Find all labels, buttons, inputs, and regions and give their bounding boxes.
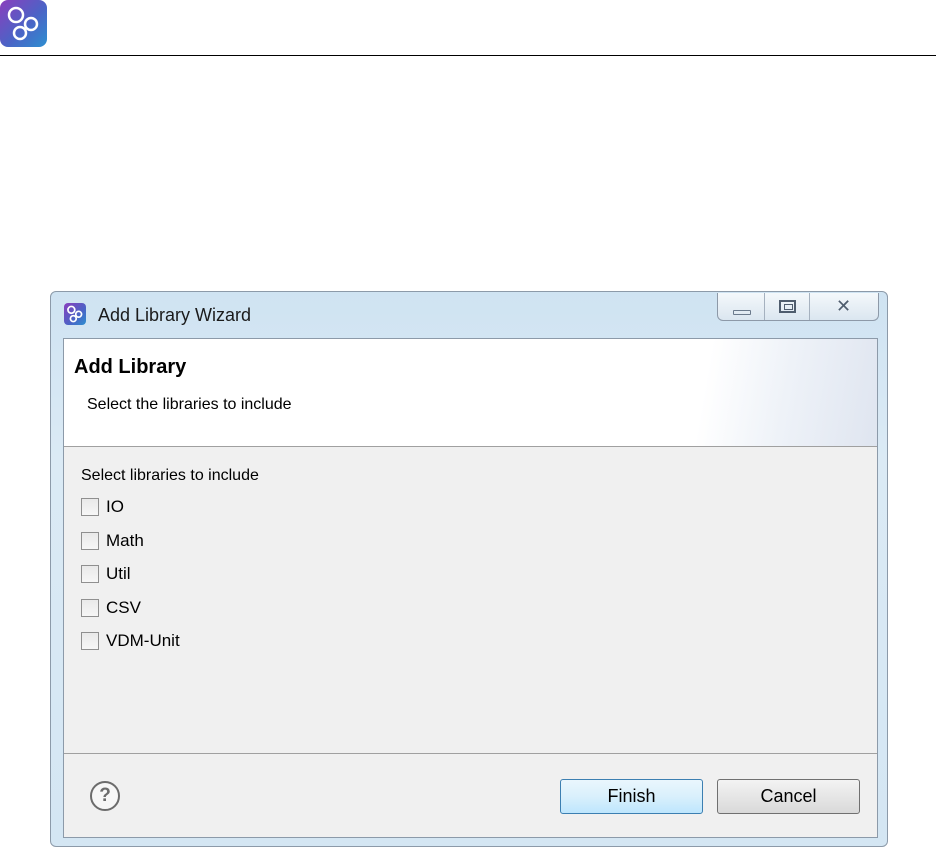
window-controls: ✕: [717, 293, 879, 321]
dialog-title: Add Library Wizard: [98, 305, 252, 325]
wizard-banner: Add Library Select the libraries to incl…: [64, 339, 877, 447]
close-icon: ✕: [836, 296, 852, 317]
library-item-io[interactable]: IO: [81, 497, 180, 531]
app-logo-icon: [0, 0, 47, 47]
add-library-dialog: Add Library Wizard ✕ Add Library Select …: [50, 291, 888, 847]
library-label: VDM-Unit: [106, 631, 180, 650]
dialog-titlebar[interactable]: Add Library Wizard ✕: [51, 292, 887, 338]
library-item-vdm-unit[interactable]: VDM-Unit: [81, 631, 180, 665]
library-item-csv[interactable]: CSV: [81, 598, 180, 632]
minimize-icon: [733, 310, 751, 315]
library-label: Math: [106, 530, 144, 550]
util-checkbox[interactable]: [81, 565, 99, 583]
library-label: CSV: [106, 597, 141, 617]
header-divider: [0, 55, 936, 56]
maximize-icon: [779, 300, 796, 313]
maximize-button[interactable]: [765, 293, 810, 320]
libraries-label: Select libraries to include: [81, 467, 259, 484]
finish-button[interactable]: Finish: [560, 779, 703, 814]
close-button[interactable]: ✕: [810, 293, 878, 320]
footer-divider: [64, 753, 877, 754]
dialog-content: Add Library Select the libraries to incl…: [63, 338, 878, 838]
library-item-math[interactable]: Math: [81, 531, 180, 565]
page-title: Add Library: [74, 356, 187, 378]
page-description: Select the libraries to include: [87, 396, 292, 413]
csv-checkbox[interactable]: [81, 598, 99, 617]
overture-logo-icon: [64, 303, 86, 325]
library-item-util[interactable]: Util: [81, 564, 180, 598]
minimize-button[interactable]: [718, 293, 765, 320]
vdm-unit-checkbox[interactable]: [81, 632, 99, 650]
io-checkbox[interactable]: [81, 498, 99, 516]
library-list: IO Math Util CSV VDM-Unit: [81, 497, 180, 665]
help-icon[interactable]: ?: [90, 781, 120, 811]
math-checkbox[interactable]: [81, 531, 99, 550]
cancel-button[interactable]: Cancel: [717, 779, 860, 814]
library-label: IO: [106, 497, 124, 516]
library-label: Util: [106, 564, 131, 583]
